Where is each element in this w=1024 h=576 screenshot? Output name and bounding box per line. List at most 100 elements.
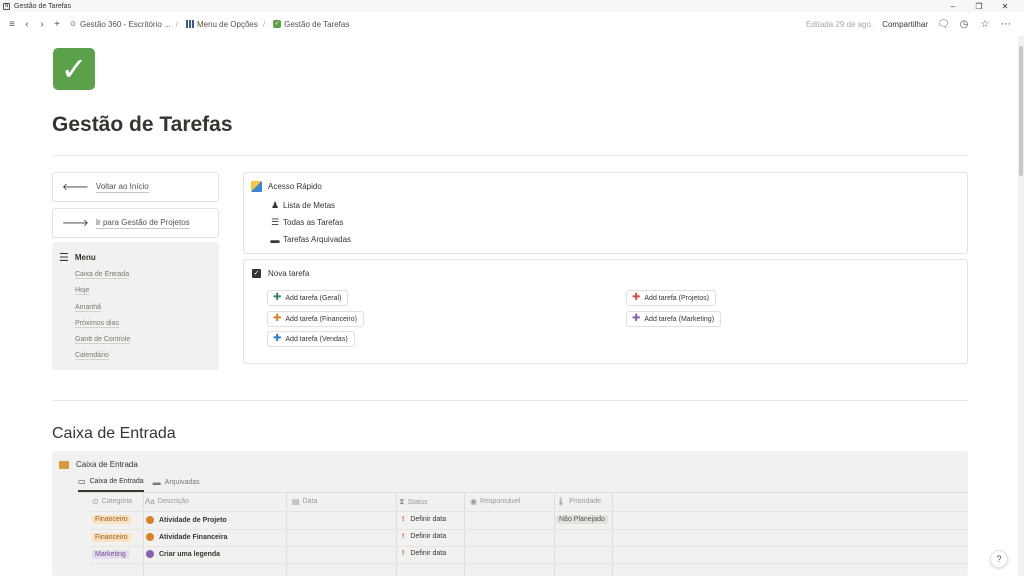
database-heading[interactable]: Caixa de Entrada [59,460,138,469]
table-row-descricao[interactable]: Criar uma legenda [146,550,220,558]
new-page-plus-icon[interactable]: + [51,19,63,30]
table-row-status[interactable]: ! Definir data [402,533,446,540]
scrollbar-thumb[interactable] [1019,46,1023,176]
new-task-heading: ✓ Nova tarefa [252,269,309,278]
add-task-marketing-button[interactable]: ✚ Add tarefa (Marketing) [626,311,722,327]
column-header-descricao[interactable]: Aa Descrição [145,497,189,506]
minimize-button[interactable]: – [940,0,966,12]
menu-item-gantt[interactable]: Gantt de Controle [75,332,219,348]
button-label: Add tarefa (Projetos) [644,294,709,302]
table-row-categoria[interactable]: Financeiro [92,533,131,542]
menu-item-hoje[interactable]: Hoje [75,283,219,299]
table-row-descricao[interactable]: Atividade Financeira [146,533,227,541]
history-clock-icon[interactable]: ◷ [958,19,970,30]
button-label: Add tarefa (Vendas) [285,335,348,343]
table-row-prioridade[interactable]: Não Planejado [556,515,608,524]
hamburger-menu-icon[interactable]: ≡ [6,19,18,30]
inbox-tray-icon [59,460,69,469]
add-task-financeiro-button[interactable]: ✚ Add tarefa (Financeiro) [267,311,364,327]
quick-link-label: Tarefas Arquivadas [283,235,352,244]
button-label: Add tarefa (Geral) [285,294,342,302]
archive-icon: ▬ [152,478,161,487]
quick-access-title: Acesso Rápido [268,182,322,191]
plus-icon: ✚ [632,313,641,324]
table-row-categoria[interactable]: Financeiro [92,515,131,524]
status-text: Definir data [410,516,447,523]
column-header-prioridade[interactable]: 🌡 Prioridade [556,497,601,506]
plus-icon: ✚ [273,292,282,303]
menu-item-proximos[interactable]: Próximos dias [75,316,219,332]
breadcrumb-separator: / [262,19,266,29]
database-tabs: ▭ Caixa de Entrada ▬ Arquivadas [78,477,200,492]
menu-title: Menu [74,253,96,262]
checklist-icon: ☰ [270,217,280,227]
quick-access-heading: Acesso Rápido [251,181,322,192]
quick-link-todas[interactable]: ☰ Todas as Tarefas [270,214,351,231]
quick-link-arquivadas[interactable]: ▬ Tarefas Arquivadas [270,231,352,248]
task-arrow-icon [146,533,154,541]
column-header-categoria[interactable]: ⊙ Categoria [92,497,132,506]
table-row-descricao[interactable]: Atividade de Projeto [146,516,227,524]
archive-icon: ▬ [270,234,280,245]
menu-item-amanha[interactable]: Amanhã [75,300,219,316]
alert-icon: ! [402,533,405,540]
menu-item-label: Amanhã [75,303,102,312]
tab-arquivadas[interactable]: ▬ Arquivadas [153,477,200,492]
breadcrumb-menu[interactable]: Menu de Opções [185,20,258,29]
quick-access-panel: Acesso Rápido ♟ Lista de Metas ☰ Todas a… [243,172,968,254]
quick-link-metas[interactable]: ♟ Lista de Metas [270,197,351,214]
page-check-icon[interactable]: ✓ [53,48,95,90]
section-heading: Caixa de Entrada [52,425,176,442]
page-scrollbar[interactable] [1018,36,1024,576]
go-to-projects-button[interactable]: 🡒 Ir para Gestão de Projetos [52,208,219,238]
menu-panel: ☰ Menu Caixa de Entrada Hoje Amanhã Próx… [52,242,219,370]
add-task-projetos-button[interactable]: ✚ Add tarefa (Projetos) [626,290,716,306]
back-to-home-button[interactable]: 🡐 Voltar ao Início [52,172,219,202]
new-task-title: Nova tarefa [268,269,310,278]
column-header-status[interactable]: ⧗ Status [399,497,427,507]
alert-icon: ! [402,516,405,523]
forward-arrow-icon[interactable]: › [36,19,48,30]
breadcrumb-label: Gestão de Tarefas [284,19,350,29]
restore-button[interactable]: ❐ [966,0,992,12]
task-arrow-icon [146,516,154,524]
divider [52,400,968,401]
grid-icon [185,20,194,28]
more-options-icon[interactable]: ⋯ [1000,19,1012,30]
tab-caixa-de-entrada[interactable]: ▭ Caixa de Entrada [78,477,144,492]
check-icon: ✓ [273,20,282,28]
hamburger-icon: ☰ [59,252,69,264]
column-header-data[interactable]: ▤ Data [292,497,317,506]
breadcrumb-workspace[interactable]: ⊙ Gestão 360 - Escritório ... [69,20,171,29]
breadcrumb-current[interactable]: ✓ Gestão de Tarefas [273,20,349,29]
share-button[interactable]: Compartilhar [882,20,928,29]
favorite-star-icon[interactable]: ☆ [979,19,991,30]
column-label: Status [407,498,428,506]
table-row-categoria[interactable]: Marketing [92,550,129,559]
divider [52,155,968,156]
close-button[interactable]: ✕ [992,0,1018,12]
table-row-status[interactable]: ! Definir data [402,516,446,523]
column-label: Prioridade [569,498,602,505]
category-tag: Financeiro [92,533,131,542]
add-task-geral-button[interactable]: ✚ Add tarefa (Geral) [267,290,349,306]
menu-item-calendario[interactable]: Calendário [75,348,219,364]
pin-icon: ♟ [270,200,280,210]
text-icon: Aa [145,497,155,506]
quick-link-label: Todas as Tarefas [283,218,344,227]
task-title: Atividade Financeira [159,533,228,541]
app-icon: N [3,2,10,10]
table-row-status[interactable]: ! Definir data [402,550,446,557]
tab-label: Caixa de Entrada [89,478,144,485]
help-button[interactable]: ? [990,550,1008,568]
page-title[interactable]: Gestão de Tarefas [52,113,233,137]
plus-icon: ✚ [273,333,282,344]
task-arrow-icon [146,550,154,558]
column-header-responsavel[interactable]: ◉ Responsável [470,497,520,506]
comment-icon[interactable]: 🗨 [937,19,950,30]
add-task-vendas-button[interactable]: ✚ Add tarefa (Vendas) [267,331,355,347]
back-arrow-icon[interactable]: ‹ [21,19,33,30]
menu-heading: ☰ Menu [59,251,219,264]
person-icon: ◉ [470,497,477,506]
menu-item-caixa[interactable]: Caixa de Entrada [75,267,219,283]
